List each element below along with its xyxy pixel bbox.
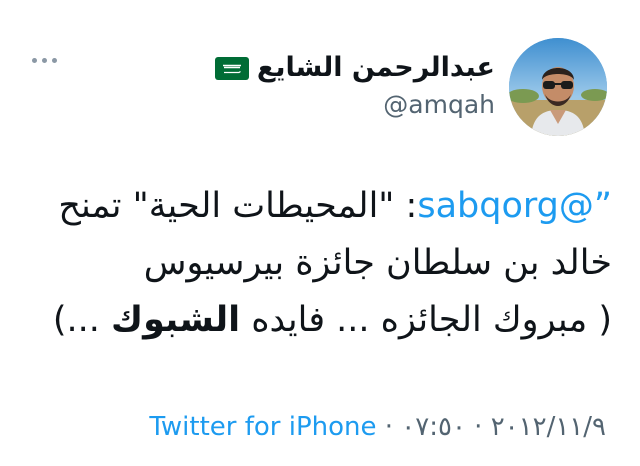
tweet-line-1: ”@sabqorg: "المحيطات الحية" تمنح xyxy=(40,178,612,235)
author-handle[interactable]: @amqah xyxy=(383,88,495,122)
author-display-name[interactable]: عبدالرحمن الشايع xyxy=(257,50,495,86)
source-link[interactable]: Twitter for iPhone xyxy=(149,412,376,442)
meta-separator: · xyxy=(465,412,491,442)
profile-photo xyxy=(509,38,607,136)
avatar[interactable] xyxy=(509,38,607,136)
author-info[interactable]: عبدالرحمن الشايع xyxy=(214,50,495,86)
tweet-line-3: ( مبروك الجائزه ... فايده الشبوك ...) xyxy=(40,292,612,349)
mention-handle[interactable]: @sabqorg xyxy=(417,186,594,226)
tweet-line-3-bold: الشبوك xyxy=(111,300,241,340)
tweet-time[interactable]: ٠٧:٥٠ xyxy=(401,412,466,442)
tweet-line-1-text: : "المحيطات الحية" تمنح xyxy=(58,186,418,226)
tweet-line-3-end: ...) xyxy=(52,300,112,340)
quote-open: ” xyxy=(593,186,612,226)
tweet-line-3-start: ( مبروك الجائزه ... فايده xyxy=(240,300,612,340)
tweet-line-2: خالد بن سلطان جائزة بيرسيوس xyxy=(143,243,612,283)
tweet-card: عبدالرحمن الشايع @amqah ”@sabqorg: "المح… xyxy=(0,0,640,466)
tweet-date[interactable]: ٢٠١٢/١١/٩ xyxy=(491,412,606,442)
meta-separator: · xyxy=(376,412,402,442)
saudi-flag-icon xyxy=(214,56,249,80)
tweet-meta: Twitter for iPhone · ٠٧:٥٠ · ٢٠١٢/١١/٩ xyxy=(149,412,606,442)
more-dots-icon[interactable] xyxy=(32,58,57,63)
mention-link[interactable]: ”@sabqorg xyxy=(417,186,612,226)
tweet-text: ”@sabqorg: "المحيطات الحية" تمنح خالد بن… xyxy=(40,178,612,349)
